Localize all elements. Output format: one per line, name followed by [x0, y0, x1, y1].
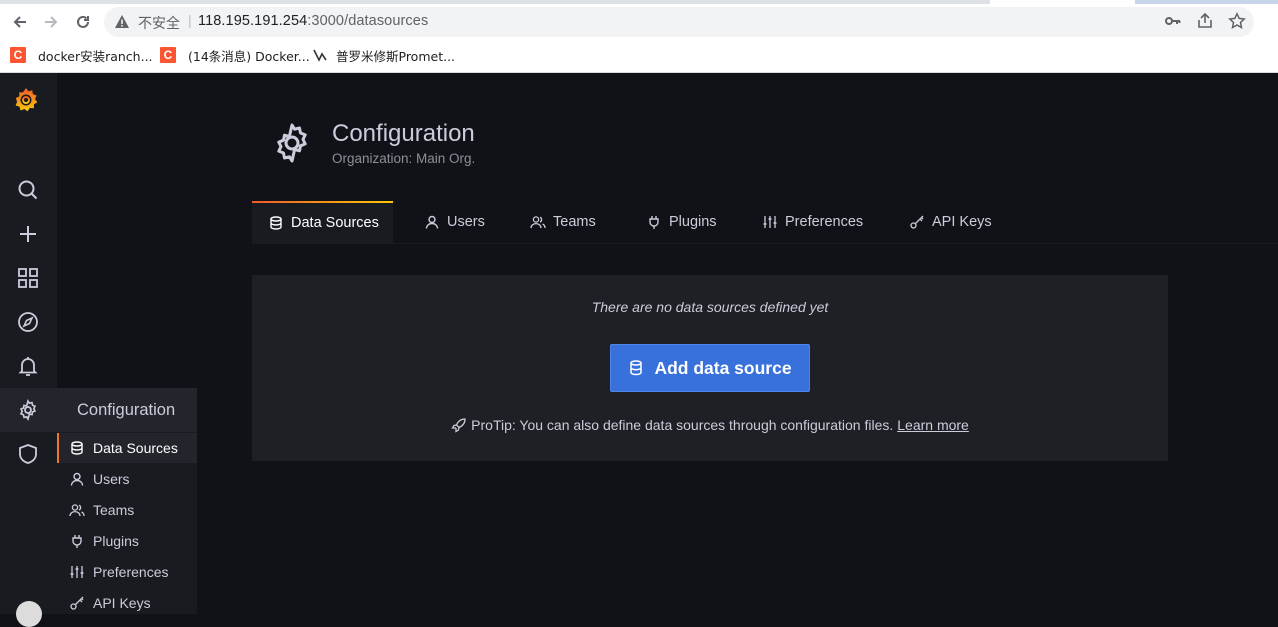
flyout-item-data-sources[interactable]: Data Sources — [57, 433, 197, 463]
protip-text: ProTip: You can also define data sources… — [471, 417, 894, 433]
tab-preferences[interactable]: Preferences — [762, 201, 863, 243]
rocket-icon — [451, 417, 467, 433]
dashboards-icon[interactable] — [14, 264, 42, 292]
tab-plugins[interactable]: Plugins — [646, 201, 717, 243]
search-icon[interactable] — [14, 176, 42, 204]
tab-label: Plugins — [669, 214, 717, 230]
tab-strip — [0, 0, 1278, 4]
tab-label: API Keys — [932, 214, 992, 230]
tab-users[interactable]: Users — [424, 201, 485, 243]
empty-list-cta: There are no data sources defined yet Ad… — [252, 275, 1168, 461]
tab-label: Preferences — [785, 214, 864, 230]
learn-more-link[interactable]: Learn more — [897, 417, 969, 433]
flyout-item-label: Data Sources — [93, 440, 178, 456]
explore-icon[interactable] — [14, 308, 42, 336]
not-secure-label[interactable]: 不安全 — [138, 13, 180, 33]
browser-tab[interactable] — [0, 0, 990, 4]
user-icon — [424, 214, 440, 230]
flyout-item-label: Teams — [93, 502, 135, 518]
tab-api-keys[interactable]: API Keys — [909, 201, 992, 243]
url-text[interactable]: 118.195.191.254:3000/datasources — [198, 13, 428, 29]
avatar[interactable] — [16, 601, 42, 627]
tab-teams[interactable]: Teams — [530, 201, 596, 243]
tab-label: Users — [447, 214, 485, 230]
flyout-item-label: Preferences — [93, 564, 169, 580]
tab-bar-divider — [252, 243, 1278, 244]
users-icon — [530, 214, 546, 230]
bookmark-item[interactable]: C (14条消息) Docker... — [160, 46, 310, 64]
forward-icon[interactable] — [39, 10, 63, 34]
tab-data-sources[interactable]: Data Sources — [252, 201, 393, 243]
grafana-logo-icon[interactable] — [11, 85, 41, 115]
add-data-source-button[interactable]: Add data source — [610, 344, 810, 392]
plus-icon[interactable] — [14, 220, 42, 248]
configuration-flyout-menu: Configuration Data Sources Users Teams P… — [57, 388, 197, 614]
sliders-icon — [762, 214, 778, 230]
back-icon[interactable] — [8, 10, 32, 34]
shield-icon[interactable] — [14, 440, 42, 468]
plug-icon — [646, 214, 662, 230]
users-icon — [69, 502, 85, 518]
page-subtitle: Organization: Main Org. — [332, 151, 476, 166]
grafana-app: Configuration Data Sources Users Teams P… — [0, 73, 1278, 627]
database-icon — [628, 360, 644, 376]
browser-toolbar: 不安全 | 118.195.191.254:3000/datasources C… — [0, 0, 1278, 73]
key-icon[interactable] — [1164, 12, 1182, 30]
bookmark-label: (14条消息) Docker... — [188, 48, 310, 64]
flyout-item-label: API Keys — [93, 595, 151, 611]
plug-icon — [69, 533, 85, 549]
sliders-icon — [69, 564, 85, 580]
flyout-item-users[interactable]: Users — [57, 464, 197, 494]
key-icon — [69, 595, 85, 611]
tab-label: Data Sources — [291, 215, 379, 231]
flyout-item-preferences[interactable]: Preferences — [57, 557, 197, 587]
empty-message: There are no data sources defined yet — [591, 299, 829, 315]
tab-bar: Data Sources Users Teams Plugins Prefere… — [252, 201, 1278, 243]
database-icon — [69, 440, 85, 456]
database-icon — [268, 215, 284, 231]
bookmark-item[interactable]: C docker安装ranch... — [10, 46, 153, 64]
page-title: Configuration — [332, 120, 475, 147]
browser-tab-2[interactable] — [1135, 0, 1278, 4]
warning-icon[interactable] — [114, 14, 130, 30]
star-icon[interactable] — [1228, 12, 1246, 30]
bookmark-label: 普罗米修斯Promet... — [336, 48, 456, 64]
url-separator: | — [188, 12, 192, 28]
bookmark-item[interactable]: 普罗米修斯Promet... — [312, 46, 455, 64]
url-path: :3000/datasources — [307, 13, 429, 29]
csdn-logo-icon: C — [160, 47, 176, 63]
share-icon[interactable] — [1196, 12, 1214, 30]
protip: ProTip: You can also define data sources… — [252, 417, 1168, 433]
flyout-item-teams[interactable]: Teams — [57, 495, 197, 525]
flyout-title[interactable]: Configuration — [57, 388, 197, 432]
csdn-logo-icon: C — [10, 47, 26, 63]
flyout-item-plugins[interactable]: Plugins — [57, 526, 197, 556]
key-icon — [909, 214, 925, 230]
reload-icon[interactable] — [71, 10, 95, 34]
flyout-item-label: Users — [93, 471, 130, 487]
bookmark-site-icon — [312, 47, 328, 63]
url-host: 118.195.191.254 — [198, 13, 308, 29]
tab-label: Teams — [553, 214, 596, 230]
flyout-item-label: Plugins — [93, 533, 139, 549]
gear-icon — [270, 121, 314, 165]
bookmark-label: docker安装ranch... — [38, 48, 153, 64]
gear-icon[interactable] — [14, 396, 42, 424]
add-data-source-label: Add data source — [654, 357, 792, 378]
side-menu — [0, 73, 57, 627]
alerting-icon[interactable] — [14, 352, 42, 380]
user-icon — [69, 471, 85, 487]
